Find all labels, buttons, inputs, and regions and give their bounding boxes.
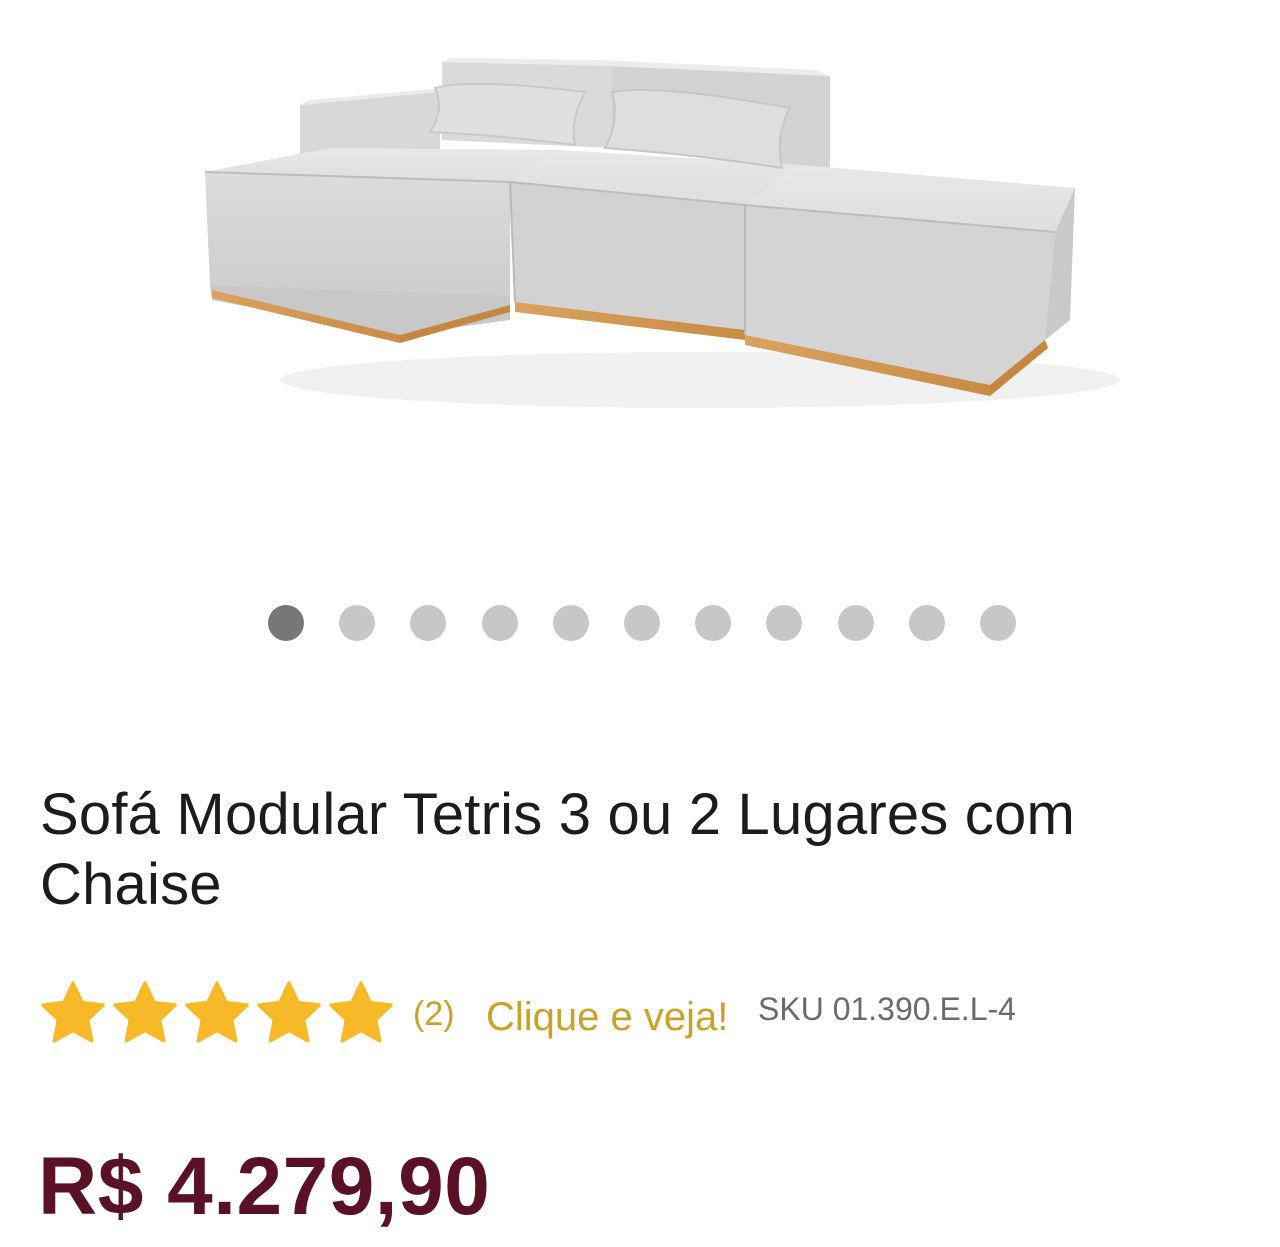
pagination-dot[interactable] xyxy=(339,605,376,641)
pagination-dot[interactable] xyxy=(268,605,304,641)
star-icon xyxy=(329,981,393,1043)
pagination-dot[interactable] xyxy=(980,605,1016,641)
pagination-dot[interactable] xyxy=(908,605,945,641)
product-title: Sofá Modular Tetris 3 ou 2 Lugares com C… xyxy=(40,782,1075,917)
gallery-pagination xyxy=(0,605,1280,643)
star-icon xyxy=(185,981,249,1043)
product-price: R$ 4.279,90 xyxy=(38,1141,491,1232)
pagination-dot[interactable] xyxy=(552,605,589,641)
product-image[interactable] xyxy=(0,0,1280,560)
sku-label: SKU 01.390.E.L-4 xyxy=(758,991,1016,1027)
star-icon xyxy=(113,981,177,1043)
pagination-dot[interactable] xyxy=(766,605,803,641)
pagination-dot[interactable] xyxy=(695,605,732,641)
rating-row: (2) Clique e veja! SKU 01.390.E.L-4 xyxy=(38,978,1258,1048)
pagination-dot[interactable] xyxy=(624,605,660,641)
pagination-dot[interactable] xyxy=(481,605,518,641)
star-icon xyxy=(257,981,321,1043)
pagination-dot[interactable] xyxy=(837,605,874,641)
product-page: Sofá Modular Tetris 3 ou 2 Lugares com C… xyxy=(0,0,1280,1247)
sofa-illustration xyxy=(204,58,1120,408)
star-icon xyxy=(41,981,105,1043)
pagination-dot[interactable] xyxy=(410,605,447,641)
reviews-link[interactable]: Clique e veja! xyxy=(486,995,728,1040)
review-count[interactable]: (2) xyxy=(413,995,455,1034)
